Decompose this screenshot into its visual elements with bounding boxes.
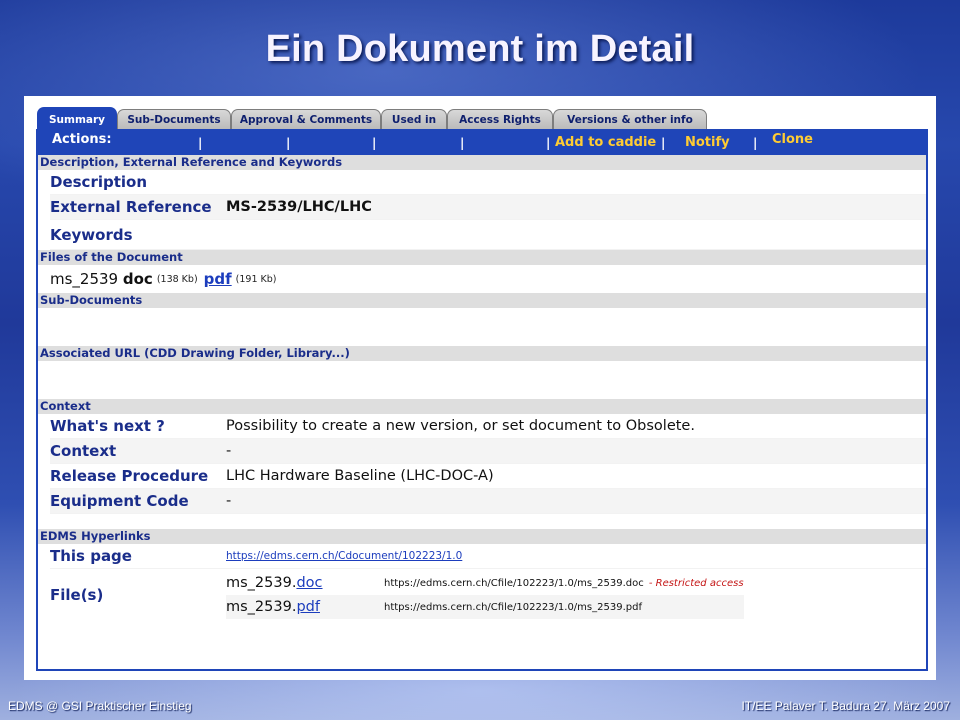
doc-extension-link[interactable]: doc [296, 575, 322, 591]
doc-file-url: https://edms.cern.ch/Cfile/102223/1.0/ms… [384, 577, 644, 589]
file-name: ms_2539.pdf [226, 599, 384, 615]
files-label: File(s) [50, 586, 104, 604]
tab-used-in[interactable]: Used in [381, 109, 447, 130]
this-page-label: This page [50, 547, 132, 565]
external-reference-label: External Reference [50, 198, 212, 216]
section-header-description: Description, External Reference and Keyw… [38, 155, 926, 170]
context-value: - [226, 443, 232, 459]
clone-link[interactable]: Clone [772, 132, 813, 147]
associated-url-area [38, 361, 926, 399]
action-separator: | [661, 136, 666, 150]
this-page-row: This page https://edms.cern.ch/Cdocument… [50, 544, 926, 569]
external-reference-row: External Reference MS-2539/LHC/LHC [50, 195, 926, 220]
files-hyperlinks-block: File(s) ms_2539.doc https://edms.cern.ch… [50, 569, 926, 621]
file-name-base: ms_2539. [226, 575, 297, 591]
file-name-base: ms_2539. [226, 599, 297, 615]
this-page-url-link[interactable]: https://edms.cern.ch/Cdocument/102223/1.… [226, 550, 462, 562]
footer-right: IT/EE Palaver T. Badura 27. März 2007 [741, 699, 950, 713]
pdf-file-url: https://edms.cern.ch/Cfile/102223/1.0/ms… [384, 601, 642, 613]
description-label: Description [50, 173, 148, 191]
pdf-extension-link[interactable]: pdf [296, 599, 320, 615]
footer-left: EDMS @ GSI Praktischer Einstieg [8, 699, 192, 713]
edms-screenshot: Summary Sub-Documents Approval & Comment… [24, 96, 936, 680]
doc-file-size: (138 Kb) [156, 273, 198, 285]
equipment-code-label: Equipment Code [50, 492, 189, 510]
file-hyperlink-row: ms_2539.doc https://edms.cern.ch/Cfile/1… [226, 571, 744, 595]
file-name: ms_2539.doc [226, 575, 384, 591]
action-separator: | [753, 136, 758, 150]
release-procedure-value: LHC Hardware Baseline (LHC-DOC-A) [226, 468, 494, 484]
tab-approval-comments[interactable]: Approval & Comments [231, 109, 381, 130]
restricted-access-note: - Restricted access [648, 577, 744, 589]
keywords-row: Keywords [50, 220, 926, 250]
tab-versions-other-info[interactable]: Versions & other info [553, 109, 707, 130]
tab-bar: Summary Sub-Documents Approval & Comment… [37, 107, 927, 132]
tab-access-rights[interactable]: Access Rights [447, 109, 553, 130]
external-reference-value: MS-2539/LHC/LHC [226, 199, 372, 215]
release-procedure-label: Release Procedure [50, 467, 209, 485]
slide-title: Ein Dokument im Detail [265, 28, 695, 70]
context-label: Context [50, 442, 117, 460]
doc-format-label: doc [122, 270, 153, 288]
file-basename: ms_2539 [50, 270, 119, 288]
whats-next-value: Possibility to create a new version, or … [226, 418, 695, 434]
summary-panel: Actions: | | | | | Add to caddie | Notif… [36, 129, 928, 671]
description-row: Description [50, 170, 926, 195]
files-of-document-line: ms_2539 doc (138 Kb) pdf (191 Kb) [50, 265, 926, 293]
whats-next-row: What's next ? Possibility to create a ne… [50, 414, 926, 439]
action-separator: | [372, 136, 377, 150]
pdf-file-link[interactable]: pdf [204, 270, 232, 288]
whats-next-label: What's next ? [50, 417, 165, 435]
sub-documents-area [38, 308, 926, 346]
action-separator: | [460, 136, 465, 150]
keywords-label: Keywords [50, 225, 133, 244]
notify-link[interactable]: Notify [685, 135, 730, 150]
actions-label: Actions: [52, 132, 112, 147]
action-separator: | [546, 136, 551, 150]
context-spacer [38, 514, 926, 529]
tab-sub-documents[interactable]: Sub-Documents [117, 109, 231, 130]
files-hyperlinks-list: ms_2539.doc https://edms.cern.ch/Cfile/1… [226, 571, 744, 619]
section-header-edms-hyperlinks: EDMS Hyperlinks [38, 529, 926, 544]
release-procedure-row: Release Procedure LHC Hardware Baseline … [50, 464, 926, 489]
file-hyperlink-row: ms_2539.pdf https://edms.cern.ch/Cfile/1… [226, 595, 744, 619]
add-to-caddie-link[interactable]: Add to caddie [555, 135, 656, 150]
actions-bar: Actions: | | | | | Add to caddie | Notif… [38, 129, 926, 155]
context-row: Context - [50, 439, 926, 464]
section-header-sub-documents: Sub-Documents [38, 293, 926, 308]
section-header-context: Context [38, 399, 926, 414]
pdf-file-size: (191 Kb) [235, 273, 277, 285]
equipment-code-value: - [226, 493, 232, 509]
section-header-files: Files of the Document [38, 250, 926, 265]
action-separator: | [198, 136, 203, 150]
action-separator: | [286, 136, 291, 150]
section-header-associated-url: Associated URL (CDD Drawing Folder, Libr… [38, 346, 926, 361]
equipment-code-row: Equipment Code - [50, 489, 926, 514]
